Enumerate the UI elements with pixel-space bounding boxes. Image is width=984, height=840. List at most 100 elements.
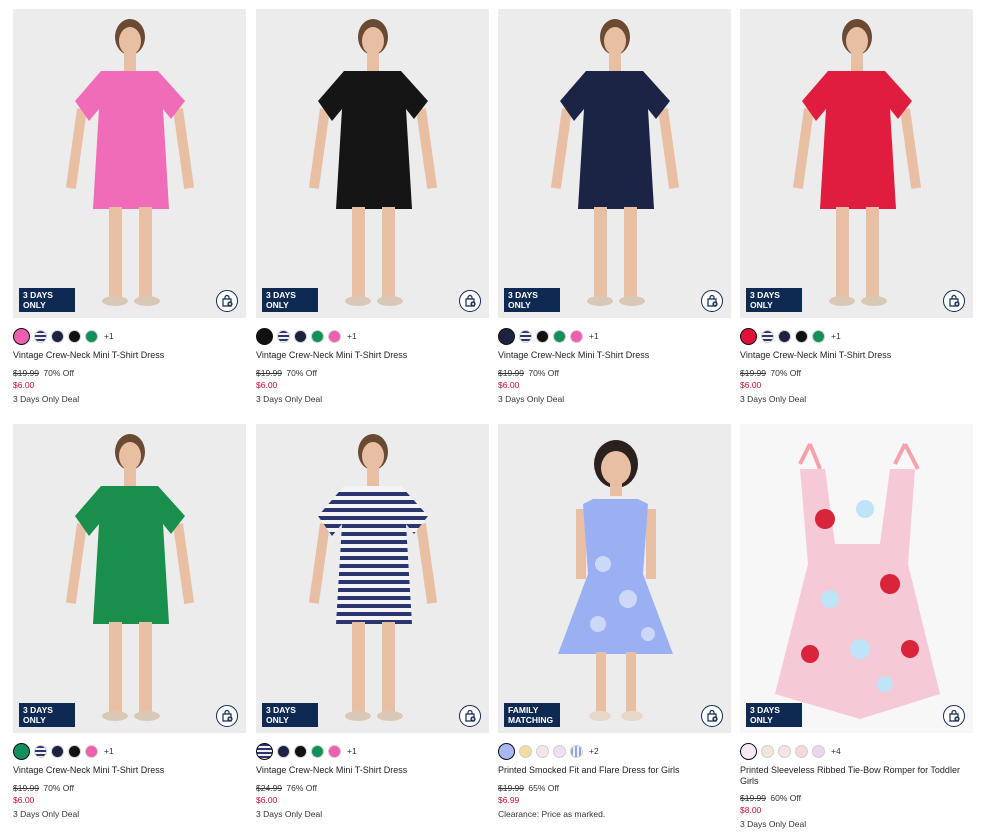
shopping-bag-icon[interactable] xyxy=(943,705,965,727)
sale-price: $6.00 xyxy=(498,379,520,390)
color-swatch[interactable] xyxy=(328,744,341,758)
product-name[interactable]: Vintage Crew-Neck Mini T-Shirt Dress xyxy=(740,350,973,361)
product-card[interactable]: 3 DAYS ONLY +1 Vintage Crew-Neck Mini T-… xyxy=(256,9,489,404)
product-card[interactable]: 3 DAYS ONLY +1 Vintage Crew-Neck Mini T-… xyxy=(13,424,246,819)
color-swatch[interactable] xyxy=(85,329,98,343)
color-swatch[interactable] xyxy=(294,744,307,758)
product-card[interactable]: FAMILY MATCHING +2 Printed Smocked Fit a… xyxy=(498,424,731,819)
shopping-bag-icon[interactable] xyxy=(459,290,481,312)
product-photo xyxy=(498,9,731,318)
more-colors[interactable]: +1 xyxy=(104,331,114,341)
color-swatch[interactable] xyxy=(68,744,81,758)
price-line: $19.99 70% Off xyxy=(13,367,246,379)
color-swatch[interactable] xyxy=(570,744,583,758)
deal-note: Clearance: Price as marked. xyxy=(498,808,606,819)
color-swatch[interactable] xyxy=(277,329,290,343)
shopping-bag-icon[interactable] xyxy=(943,290,965,312)
product-name[interactable]: Vintage Crew-Neck Mini T-Shirt Dress xyxy=(256,350,489,361)
color-swatch[interactable] xyxy=(812,329,825,343)
color-swatch[interactable] xyxy=(812,744,825,758)
discount-label: 70% Off xyxy=(770,367,801,378)
more-colors[interactable]: +2 xyxy=(589,746,599,756)
deal-note: 3 Days Only Deal xyxy=(740,819,807,829)
promo-badge: 3 DAYS ONLY xyxy=(262,288,318,312)
product-name[interactable]: Printed Smocked Fit and Flare Dress for … xyxy=(498,765,731,776)
color-swatch[interactable] xyxy=(778,329,791,343)
shopping-bag-icon[interactable] xyxy=(216,290,238,312)
discount-label: 76% Off xyxy=(286,782,317,793)
color-swatch[interactable] xyxy=(553,744,566,758)
more-colors[interactable]: +4 xyxy=(831,746,841,756)
more-colors[interactable]: +1 xyxy=(589,331,599,341)
color-swatch[interactable] xyxy=(34,329,47,343)
original-price: $24.99 xyxy=(256,782,282,793)
product-image[interactable]: 3 DAYS ONLY xyxy=(256,424,489,733)
color-swatch[interactable] xyxy=(34,744,47,758)
color-swatch[interactable] xyxy=(256,327,273,345)
color-swatch[interactable] xyxy=(294,329,307,343)
color-swatches: +1 xyxy=(13,327,246,345)
color-swatch[interactable] xyxy=(13,742,30,760)
color-swatch[interactable] xyxy=(740,742,757,760)
product-photo xyxy=(13,9,246,318)
product-photo xyxy=(256,424,489,733)
color-swatch[interactable] xyxy=(68,329,81,343)
product-name[interactable]: Vintage Crew-Neck Mini T-Shirt Dress xyxy=(13,350,246,361)
color-swatch[interactable] xyxy=(536,744,549,758)
color-swatch[interactable] xyxy=(519,329,532,343)
product-image[interactable]: 3 DAYS ONLY xyxy=(13,9,246,318)
discount-label: 70% Off xyxy=(528,367,559,378)
product-name[interactable]: Vintage Crew-Neck Mini T-Shirt Dress xyxy=(498,350,731,361)
color-swatches: +1 xyxy=(256,327,489,345)
discount-label: 70% Off xyxy=(43,782,74,793)
product-card[interactable]: 3 DAYS ONLY +4 Printed Sleeveless Ribbed… xyxy=(740,424,973,829)
color-swatch[interactable] xyxy=(498,327,515,345)
more-colors[interactable]: +1 xyxy=(104,746,114,756)
product-image[interactable]: 3 DAYS ONLY xyxy=(498,9,731,318)
shopping-bag-icon[interactable] xyxy=(701,705,723,727)
product-name[interactable]: Vintage Crew-Neck Mini T-Shirt Dress xyxy=(256,765,489,776)
color-swatch[interactable] xyxy=(85,744,98,758)
color-swatch[interactable] xyxy=(311,329,324,343)
product-image[interactable]: 3 DAYS ONLY xyxy=(13,424,246,733)
product-image[interactable]: FAMILY MATCHING xyxy=(498,424,731,733)
color-swatch[interactable] xyxy=(13,327,30,345)
color-swatch[interactable] xyxy=(498,742,515,760)
color-swatch[interactable] xyxy=(256,742,273,760)
shopping-bag-icon[interactable] xyxy=(701,290,723,312)
color-swatch[interactable] xyxy=(795,329,808,343)
shopping-bag-icon[interactable] xyxy=(459,705,481,727)
product-card[interactable]: 3 DAYS ONLY +1 Vintage Crew-Neck Mini T-… xyxy=(256,424,489,819)
product-image[interactable]: 3 DAYS ONLY xyxy=(740,9,973,318)
color-swatch[interactable] xyxy=(778,744,791,758)
color-swatches: +1 xyxy=(13,742,246,760)
color-swatch[interactable] xyxy=(536,329,549,343)
color-swatch[interactable] xyxy=(761,744,774,758)
product-card[interactable]: 3 DAYS ONLY +1 Vintage Crew-Neck Mini T-… xyxy=(740,9,973,404)
product-image[interactable]: 3 DAYS ONLY xyxy=(256,9,489,318)
product-card[interactable]: 3 DAYS ONLY +1 Vintage Crew-Neck Mini T-… xyxy=(13,9,246,404)
price-line: $19.99 60% Off xyxy=(740,792,973,804)
more-colors[interactable]: +1 xyxy=(347,331,357,341)
product-name[interactable]: Vintage Crew-Neck Mini T-Shirt Dress xyxy=(13,765,246,776)
product-card[interactable]: 3 DAYS ONLY +1 Vintage Crew-Neck Mini T-… xyxy=(498,9,731,404)
color-swatches: +2 xyxy=(498,742,731,760)
deal-note: 3 Days Only Deal xyxy=(13,808,80,819)
color-swatch[interactable] xyxy=(740,327,757,345)
more-colors[interactable]: +1 xyxy=(831,331,841,341)
color-swatch[interactable] xyxy=(553,329,566,343)
color-swatch[interactable] xyxy=(795,744,808,758)
color-swatch[interactable] xyxy=(519,744,532,758)
color-swatch[interactable] xyxy=(51,329,64,343)
product-name[interactable]: Printed Sleeveless Ribbed Tie-Bow Romper… xyxy=(740,765,973,786)
more-colors[interactable]: +1 xyxy=(347,746,357,756)
color-swatch[interactable] xyxy=(328,329,341,343)
shopping-bag-icon[interactable] xyxy=(216,705,238,727)
color-swatch[interactable] xyxy=(311,744,324,758)
product-image[interactable]: 3 DAYS ONLY xyxy=(740,424,973,733)
color-swatch[interactable] xyxy=(570,329,583,343)
color-swatch[interactable] xyxy=(51,744,64,758)
color-swatch[interactable] xyxy=(761,329,774,343)
color-swatch[interactable] xyxy=(277,744,290,758)
price-line: $19.99 70% Off xyxy=(740,367,973,379)
